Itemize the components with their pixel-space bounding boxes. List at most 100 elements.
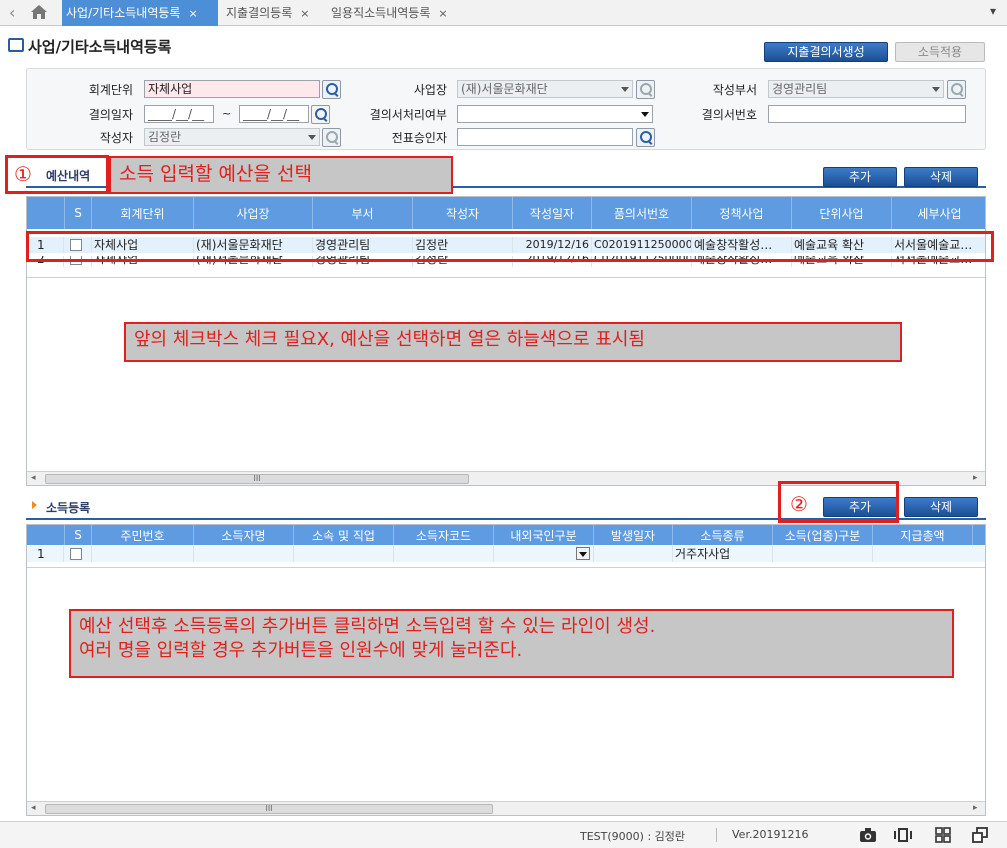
col-occur-date: 발생일자 [594,525,673,545]
row-checkbox[interactable] [70,548,82,560]
annotation-note-add-line: 예산 선택후 소득등록의 추가버튼 클릭하면 소득입력 할 수 있는 라인이 생… [69,609,954,678]
col-income-type: 소득(업종)구분 [773,525,873,545]
tab-label: 일용직소득내역등록 [331,6,431,20]
col-nationality: 내외국인구분 [494,525,594,545]
income-horizontal-scrollbar[interactable]: ◂ III ▸ [27,801,985,815]
calendar-icon[interactable] [311,105,330,124]
camera-icon[interactable] [859,827,877,846]
tab-label: 사업/기타소득내역등록 [66,6,181,20]
col-select: S [64,525,92,545]
close-icon[interactable]: × [300,7,309,20]
film-strip-icon[interactable] [893,828,913,845]
date-from-field[interactable]: ____/__/__ [144,105,214,123]
unit-search-icon[interactable] [322,80,341,99]
col-detail: 세부사업 [917,206,962,221]
status-divider [716,828,717,842]
search-panel: 회계단위 자체사업 사업장 (재)서울문화재단 작성부서 경영관리팀 결의일자 … [26,68,986,150]
table-row[interactable]: 1 거주자사업 [27,546,985,562]
col-total-pay: 지급총액 [873,525,973,545]
tab-list-dropdown-icon[interactable]: ▾ [990,4,996,18]
cell-income-kind[interactable]: 거주자사업 [673,546,773,562]
nationality-dropdown[interactable] [576,547,590,560]
status-user: TEST(9000) : 김정란 [580,830,686,843]
col-doc-no: 품의서번호 [592,197,692,229]
tab-expense-resolution[interactable]: 지출결의등록 × [222,0,324,26]
annotation-note-select-budget: 소득 입력할 예산을 선택 [109,156,453,194]
col-earner-name: 소득자명 [194,525,294,545]
chevron-down-icon [641,112,649,117]
apply-income-button[interactable]: 소득적용 [895,42,985,62]
row-checkbox-cell [64,546,92,562]
writer-search-icon[interactable] [322,128,341,147]
col-affiliation: 소속 및 직업 [294,525,394,545]
cell-income-type[interactable] [773,546,873,562]
doc-no-field[interactable] [768,105,966,123]
budget-add-button[interactable]: 추가 [823,167,897,187]
col-select: S [64,197,92,229]
proc-label: 결의서처리여부 [369,108,447,122]
col-resident-no: 주민번호 [92,525,194,545]
scroll-left-icon[interactable]: ◂ [31,803,36,813]
grid-view-icon[interactable] [935,827,951,846]
doc-no-label: 결의서번호 [701,108,757,122]
income-grid-header: S 주민번호 소득자명 소속 및 직업 소득자코드 내외국인구분 발생일자 소득… [27,525,985,545]
annotation-marker-2: ② [790,492,808,516]
annotation-note-row-highlight: 앞의 체크박스 체크 필요X, 예산을 선택하면 열은 하늘색으로 표시됨 [124,322,902,362]
tab-daily-worker-income[interactable]: 일용직소득내역등록 × [327,0,463,26]
restore-window-icon[interactable] [972,827,988,846]
dept-label: 작성부서 [712,83,757,97]
close-icon[interactable]: × [188,7,197,20]
cell-occur-date[interactable] [594,546,673,562]
status-bar: TEST(9000) : 김정란 Ver.20191216 [0,821,1007,848]
unit-field[interactable]: 자체사업 [144,80,320,98]
row-number: 1 [27,546,64,562]
approver-search-icon[interactable] [636,128,655,147]
site-select-value: (재)서울문화재단 [461,82,548,96]
cell-affiliation[interactable] [294,546,394,562]
col-writer: 작성자 [413,197,513,229]
income-section-label: 소득등록 [46,501,91,515]
col-policy: 정책사업 [692,197,792,229]
nav-left-arrow[interactable]: ‹ [9,3,15,22]
site-search-icon[interactable] [636,80,655,99]
site-select[interactable]: (재)서울문화재단 [457,80,633,98]
col-unit-biz: 단위사업 [792,197,892,229]
grid-divider [27,277,985,278]
cell-earner-code[interactable] [394,546,494,562]
col-earner-code: 소득자코드 [394,525,494,545]
approver-field[interactable] [457,128,633,146]
scroll-left-icon[interactable]: ◂ [31,473,36,483]
tab-bar: ‹ 사업/기타소득내역등록 × 지출결의등록 × 일용직소득내역등록 × ▾ [0,0,1007,26]
approver-label: 전표승인자 [391,131,447,145]
window-icon [8,38,24,52]
page-title: 사업/기타소득내역등록 [28,38,172,56]
close-icon[interactable]: × [438,7,447,20]
budget-delete-button[interactable]: 삭제 [904,167,978,187]
tab-business-income[interactable]: 사업/기타소득내역등록 × [62,0,218,26]
cell-nationality[interactable] [494,546,594,562]
writer-label: 작성자 [99,131,133,145]
scroll-thumb[interactable]: III [45,474,469,484]
scroll-right-icon[interactable]: ▸ [973,473,978,483]
scroll-right-icon[interactable]: ▸ [973,803,978,813]
status-version: Ver.20191216 [732,828,809,841]
annotation-box-selected-row [26,231,994,262]
site-label: 사업장 [413,83,447,97]
home-icon[interactable] [30,4,50,22]
create-expense-doc-button[interactable]: 지출결의서생성 [764,42,888,62]
dept-search-icon[interactable] [947,80,966,99]
dept-select[interactable]: 경영관리팀 [768,80,944,98]
cell-resident-no[interactable] [92,546,194,562]
writer-select[interactable]: 김정란 [144,128,320,146]
budget-grid-header: S 회계단위 사업장 부서 작성자 작성일자 품의서번호 정책사업 단위사업 세… [27,197,985,229]
tab-label: 지출결의등록 [226,6,293,20]
col-site: 사업장 [194,197,313,229]
unit-label: 회계단위 [88,83,133,97]
section-arrow-icon [32,501,37,509]
cell-total-pay[interactable] [873,546,985,562]
proc-select[interactable] [457,105,653,123]
cell-earner-name[interactable] [194,546,294,562]
date-to-field[interactable]: ____/__/__ [239,105,309,123]
scroll-thumb[interactable]: III [45,804,493,814]
income-delete-button[interactable]: 삭제 [904,497,978,517]
